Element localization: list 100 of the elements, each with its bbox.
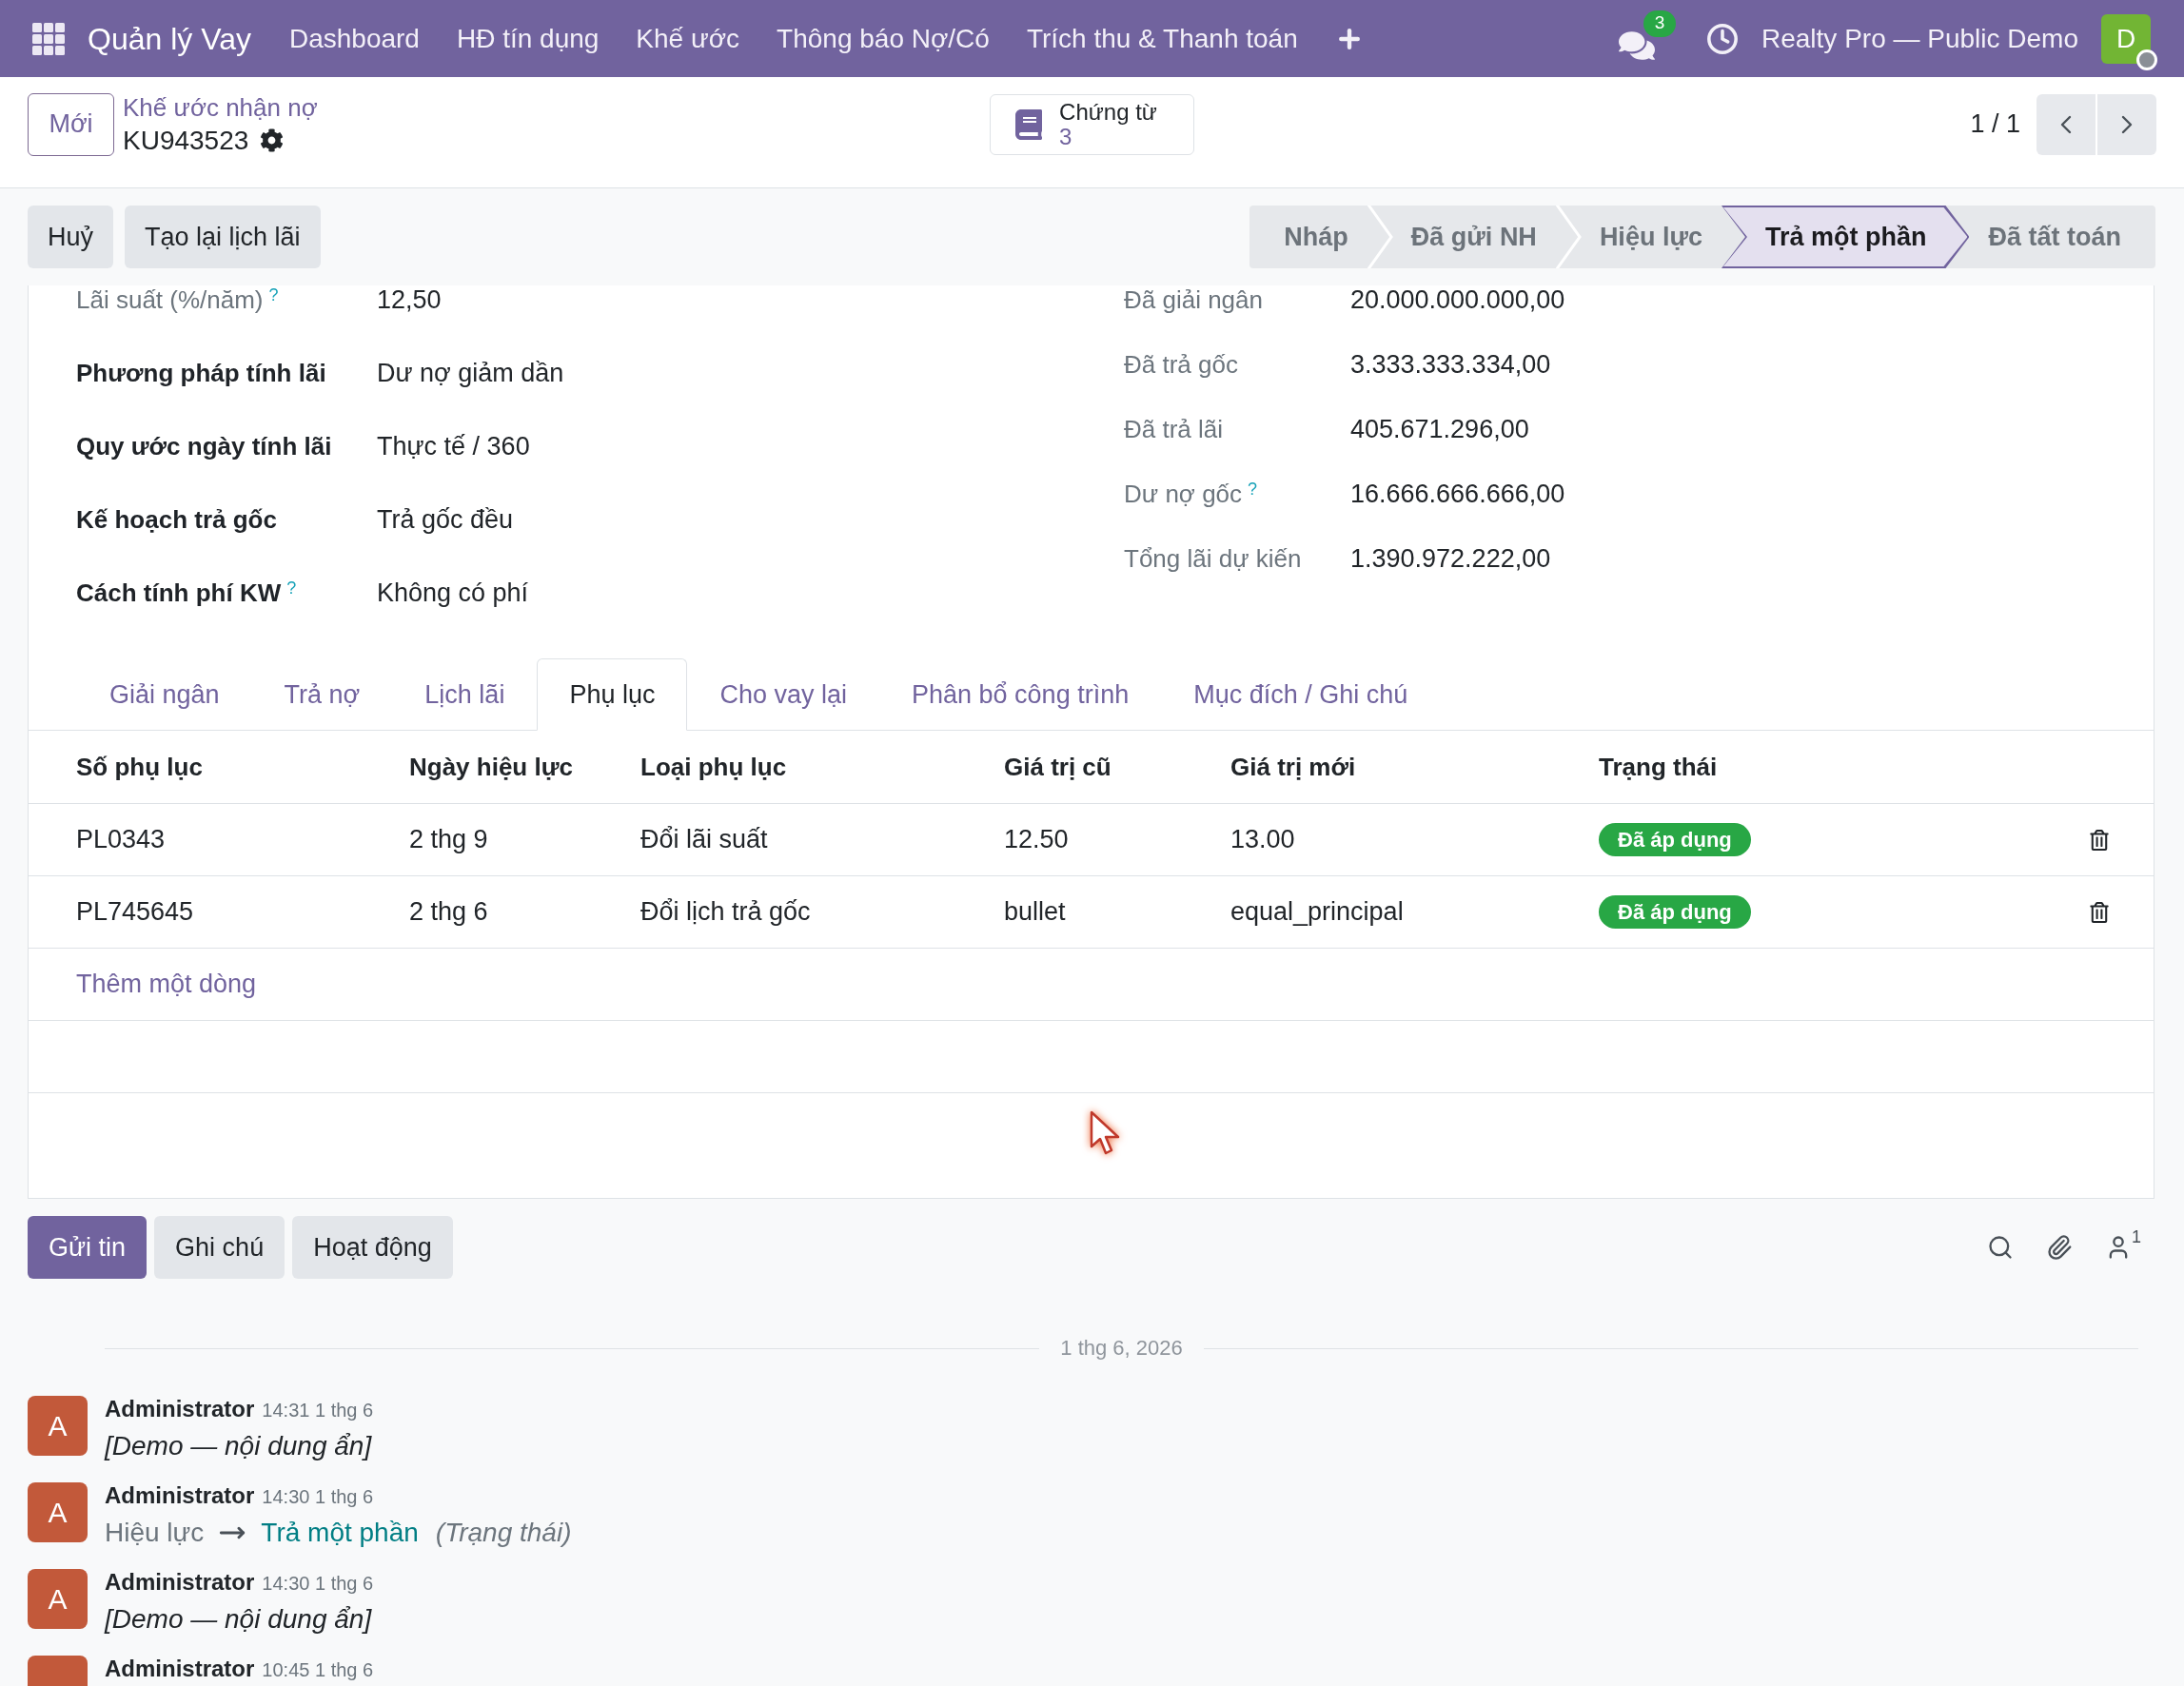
field-value: Dư nợ giảm dần	[377, 359, 564, 387]
help-tooltip-mark[interactable]: ?	[268, 285, 279, 304]
status-step[interactable]: Đã tất toán	[1969, 206, 2155, 268]
old-value: 12.50	[1004, 824, 1070, 856]
field-label: Đã trả gốc	[1124, 350, 1238, 379]
field-label: Cách tính phí KW	[76, 578, 282, 607]
author-name: Administrator	[105, 1656, 255, 1682]
message-body: [Demo — nội dung ẩn]	[105, 1430, 373, 1462]
menu-item[interactable]: Thông báo Nợ/Có	[777, 18, 990, 59]
field-value: 1.390.972.222,00	[1350, 544, 1551, 573]
appendix-type: Đổi lãi suất	[640, 824, 769, 856]
app-grid-icon[interactable]	[32, 22, 65, 55]
settings-icon[interactable]	[260, 128, 285, 152]
chatter-button[interactable]: Ghi chú	[154, 1216, 285, 1279]
paperclip-icon[interactable]	[2046, 1234, 2073, 1261]
add-line-link[interactable]: Thêm một dòng	[76, 965, 257, 1004]
action-button[interactable]: Tạo lại lịch lãi	[125, 206, 321, 268]
column-header[interactable]: Số phụ lục	[76, 748, 409, 786]
chevron-separator	[1367, 206, 1393, 268]
tab[interactable]: Mục đích / Ghi chú	[1161, 658, 1441, 731]
field-value: 16.666.666.666,00	[1350, 480, 1565, 508]
clock-icon[interactable]	[1706, 22, 1739, 55]
status-step[interactable]: Đã gửi NH	[1367, 206, 1556, 268]
author-name: Administrator	[105, 1482, 255, 1509]
status-step[interactable]: Hiệu lực	[1555, 206, 1722, 268]
author-avatar: A	[28, 1569, 88, 1629]
old-status: Hiệu lực	[105, 1517, 205, 1549]
chevron-separator	[1555, 206, 1582, 268]
field-value: 12,50	[377, 285, 442, 314]
column-header[interactable]: Ngày hiệu lực	[409, 748, 640, 786]
chatter-button[interactable]: Gửi tin	[28, 1216, 148, 1279]
pager-value: 1 / 1	[1970, 108, 2020, 141]
field-label: Tổng lãi dự kiến	[1124, 544, 1302, 573]
column-header[interactable]: Giá trị cũ	[1004, 748, 1230, 786]
help-tooltip-mark[interactable]: ?	[286, 578, 297, 598]
field-value: 20.000.000.000,00	[1350, 285, 1565, 314]
menu-item[interactable]: Khế ước	[636, 18, 740, 59]
new-status: Trả một phần	[261, 1517, 419, 1549]
tab[interactable]: Phân bổ công trình	[879, 658, 1162, 731]
new-value: equal_principal	[1230, 896, 1405, 929]
appendix-number: PL745645	[76, 896, 195, 929]
author-name: Administrator	[105, 1396, 255, 1422]
message-body: [Demo — nội dung ẩn]	[105, 1603, 373, 1636]
field-label: Phương pháp tính lãi	[76, 359, 326, 387]
message-time: 14:30 1 thg 6	[262, 1485, 374, 1509]
column-header[interactable]: Trạng thái	[1599, 748, 2068, 786]
author-avatar: A	[28, 1396, 88, 1456]
tracked-field: (Trạng thái)	[435, 1513, 572, 1553]
delete-icon[interactable]	[2089, 829, 2110, 851]
tab[interactable]: Lịch lãi	[392, 658, 538, 731]
tab[interactable]: Cho vay lại	[687, 658, 879, 731]
breadcrumb-link[interactable]: Khế ước nhận nợ	[123, 90, 318, 124]
new-button[interactable]: Mới	[28, 92, 114, 156]
field-label: Dư nợ gốc	[1124, 480, 1243, 508]
tab[interactable]: Phụ lục	[537, 658, 688, 731]
app-name[interactable]: Quản lý Vay	[88, 15, 251, 62]
effective-date: 2 thg 9	[409, 824, 489, 856]
status-badge: Đã áp dụng	[1599, 895, 1751, 929]
field-label: Đã trả lãi	[1124, 415, 1224, 443]
column-header[interactable]: Giá trị mới	[1230, 748, 1599, 786]
status-step[interactable]: Nháp	[1249, 206, 1367, 268]
field-value: Thực tế / 360	[377, 432, 530, 461]
help-tooltip-mark[interactable]: ?	[1248, 480, 1258, 499]
author-avatar: A	[28, 1482, 88, 1542]
menu-item[interactable]: Dashboard	[288, 18, 420, 59]
menu-item[interactable]: Trích thu & Thanh toán	[1026, 18, 1298, 59]
message-time: 14:30 1 thg 6	[262, 1572, 374, 1596]
chatter-button[interactable]: Hoạt động	[292, 1216, 453, 1279]
follower-count: 1	[2132, 1228, 2141, 1245]
status-badge: Đã áp dụng	[1599, 823, 1751, 856]
message-time: 14:31 1 thg 6	[262, 1399, 374, 1422]
tab[interactable]: Trả nợ	[251, 658, 393, 731]
field-value: 3.333.333.334,00	[1350, 350, 1551, 379]
mouse-cursor-icon	[1090, 1110, 1122, 1156]
delete-icon[interactable]	[2089, 901, 2110, 923]
field-value: 405.671.296,00	[1350, 415, 1529, 443]
status-step[interactable]: Trả một phần	[1721, 206, 1970, 268]
appendix-number: PL0343	[76, 824, 167, 856]
search-icon[interactable]	[1987, 1234, 2014, 1261]
date-separator: 1 thg 6, 2026	[1060, 1335, 1183, 1362]
new-value: 13.00	[1230, 824, 1296, 856]
presence-status-icon	[2136, 49, 2157, 70]
menu-item[interactable]: HĐ tín dụng	[456, 18, 600, 59]
old-value: bullet	[1004, 896, 1067, 929]
effective-date: 2 thg 6	[409, 896, 489, 929]
field-label: Kế hoạch trả gốc	[76, 505, 277, 534]
column-header[interactable]: Loại phụ lục	[640, 748, 1004, 786]
field-value: Trả gốc đều	[377, 505, 514, 534]
company-name[interactable]: Realty Pro — Public Demo	[1761, 18, 2078, 59]
record-title: KU943523	[123, 124, 249, 157]
action-button[interactable]: Huỷ	[28, 206, 113, 268]
tab[interactable]: Giải ngân	[77, 658, 252, 731]
field-label: Đã giải ngân	[1124, 285, 1263, 314]
message-count-badge: 3	[1643, 10, 1676, 37]
message-time: 10:45 1 thg 6	[262, 1658, 374, 1682]
book-icon	[1013, 108, 1045, 140]
field-value: Không có phí	[377, 578, 529, 607]
documents-smart-button[interactable]: Chứng từ 3	[990, 93, 1194, 155]
field-label: Lãi suất (%/năm)	[76, 285, 264, 314]
author-name: Administrator	[105, 1569, 255, 1596]
